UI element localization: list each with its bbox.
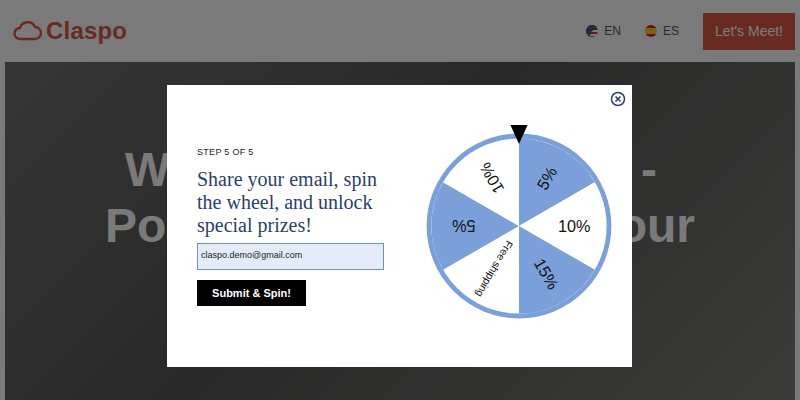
wheel-segment	[519, 226, 595, 314]
segment-label: 5%	[533, 164, 560, 193]
segment-label: 10%	[475, 160, 507, 197]
submit-spin-button[interactable]: Submit & Spin!	[197, 280, 306, 307]
segment-label: 15%	[531, 255, 563, 292]
popup-form: STEP 5 OF 5 Share your email, spin the wh…	[197, 146, 389, 306]
email-input[interactable]	[197, 243, 384, 270]
pointer-icon	[510, 125, 527, 144]
segment-label: 10%	[558, 217, 590, 235]
segment-label: 5%	[452, 217, 475, 235]
wheel-segment	[443, 138, 519, 226]
prize-wheel[interactable]: 5% 10% 15% Free shipping 5% 10%	[419, 123, 619, 329]
step-indicator: STEP 5 OF 5	[197, 146, 389, 160]
wheel-rim	[429, 136, 609, 316]
popup-heading: Share your email, spin the wheel, and un…	[197, 168, 389, 237]
close-icon[interactable]	[610, 91, 626, 107]
spin-wheel-popup: STEP 5 OF 5 Share your email, spin the wh…	[167, 85, 632, 367]
segment-label: Free shipping	[474, 239, 515, 300]
